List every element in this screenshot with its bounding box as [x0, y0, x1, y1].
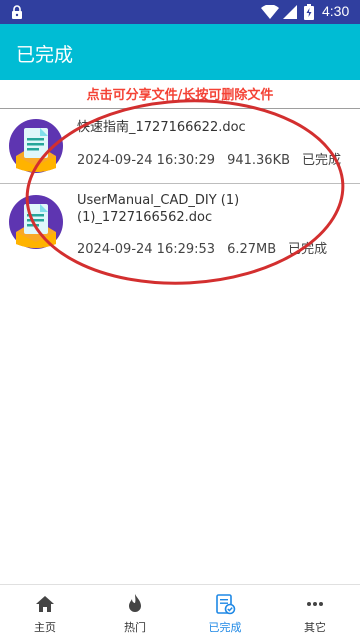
doc-file-icon [9, 119, 63, 173]
nav-item-hot[interactable]: 热门 [90, 585, 180, 640]
lock-icon [12, 5, 22, 19]
file-status: 已完成 [288, 242, 328, 257]
completed-doc-icon [216, 594, 236, 615]
flame-icon [129, 594, 141, 612]
nav-item-home[interactable]: 主页 [0, 585, 90, 640]
doc-file-icon [9, 195, 63, 249]
app-bar: 已完成 [0, 24, 360, 80]
file-size: 6.27MB [227, 242, 277, 257]
battery-icon [304, 4, 314, 20]
file-list-item[interactable]: 快速指南_1727166622.doc 2024-09-24 16:30:29 9… [0, 110, 360, 183]
status-time: 4:30 [322, 3, 350, 19]
nav-label: 其它 [304, 621, 326, 634]
page-title: 已完成 [16, 44, 74, 66]
file-date: 2024-09-24 16:30:29 [77, 153, 216, 168]
status-bar: 4:30 [0, 0, 360, 24]
file-status: 已完成 [302, 153, 342, 168]
file-name: 快速指南_1727166622.doc [77, 120, 246, 135]
nav-item-completed[interactable]: 已完成 [180, 585, 270, 640]
nav-label: 主页 [34, 621, 56, 634]
more-icon [307, 602, 323, 606]
nav-label: 热门 [124, 621, 146, 634]
nav-item-more[interactable]: 其它 [270, 585, 360, 640]
file-name: UserManual_CAD_DIY (1) (1)_1727166562.do… [77, 193, 240, 225]
home-icon [36, 596, 54, 612]
hint-text: 点击可分享文件/长按可删除文件 [86, 88, 274, 103]
file-meta: 2024-09-24 16:29:53 6.27MB 已完成 [77, 238, 339, 257]
bottom-nav: 主页 热门 已完成 其它 [0, 584, 360, 640]
signal-icon [283, 5, 297, 19]
file-size: 941.36KB [227, 153, 291, 168]
file-date: 2024-09-24 16:29:53 [77, 242, 216, 257]
screen: 4:30 已完成 点击可分享文件/长按可删除文件 快速指南_1727166622… [0, 0, 360, 640]
file-list-item[interactable]: UserManual_CAD_DIY (1) (1)_1727166562.do… [0, 184, 360, 264]
divider [0, 108, 360, 109]
file-meta: 2024-09-24 16:30:29 941.36KB 已完成 [77, 149, 353, 168]
nav-label: 已完成 [208, 621, 242, 634]
wifi-icon [261, 5, 279, 19]
